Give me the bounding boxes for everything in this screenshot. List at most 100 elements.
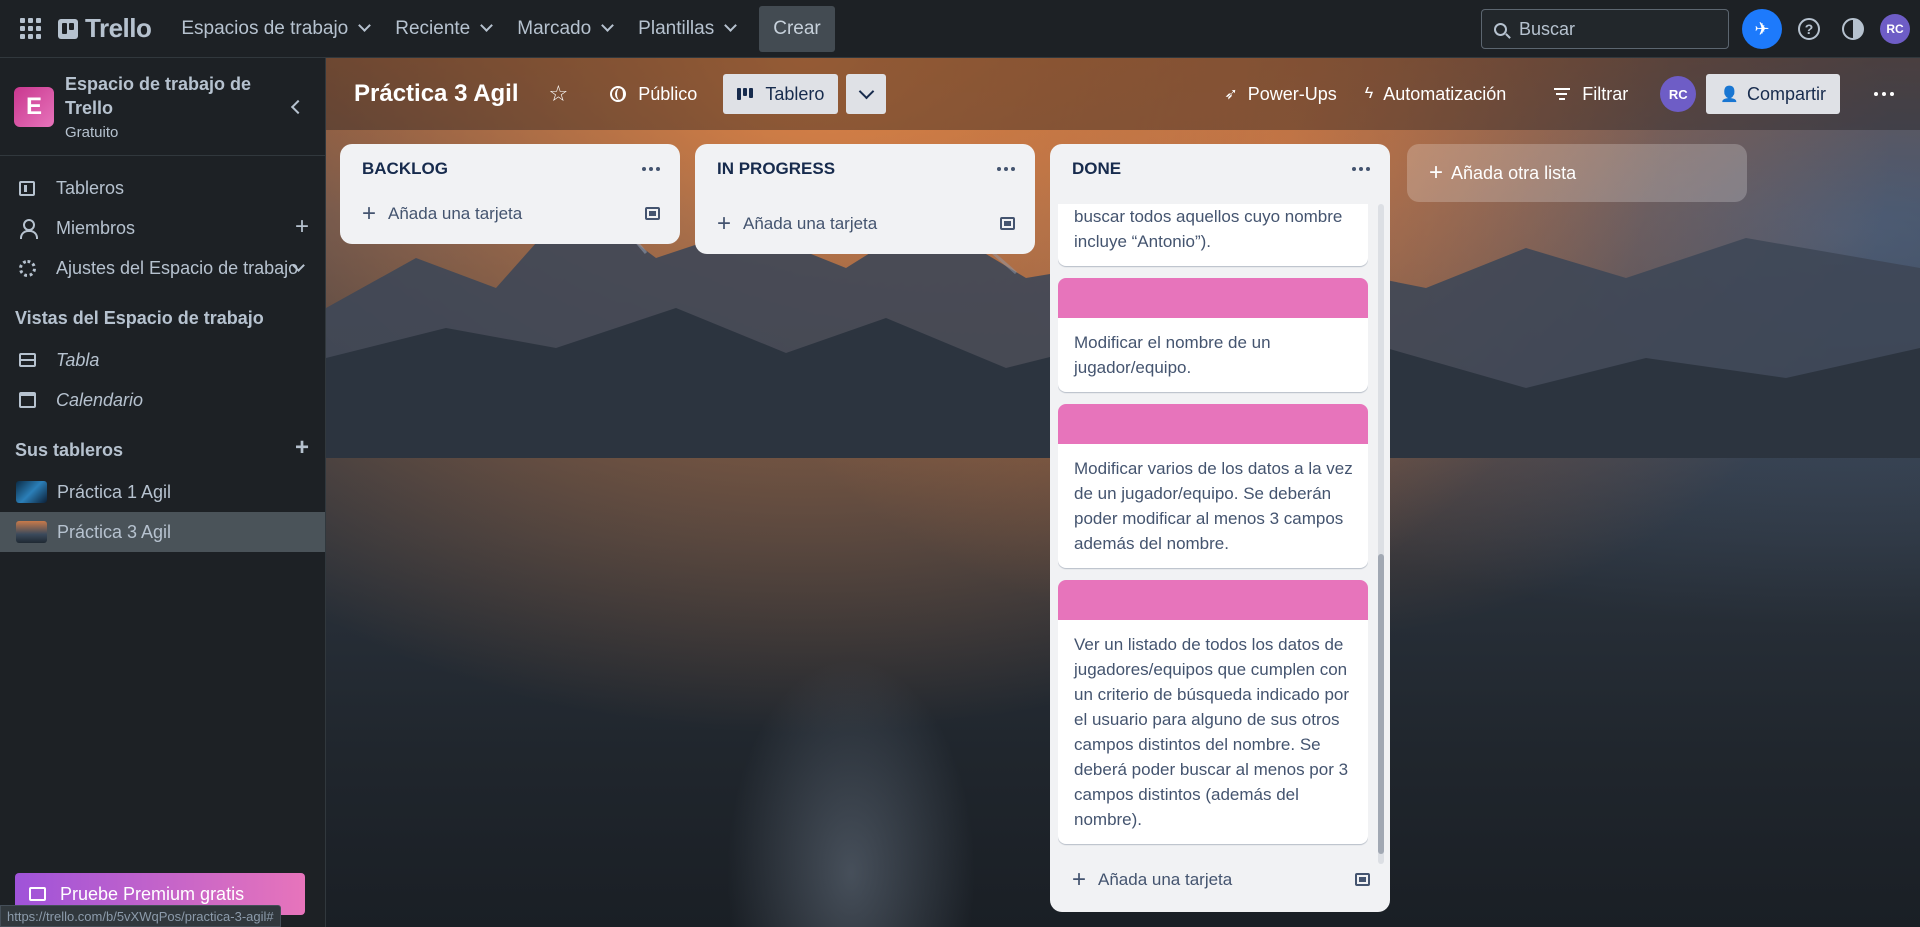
card-template-icon[interactable] [1355,873,1370,886]
list-header[interactable]: BACKLOG [340,144,680,194]
board-member-avatar[interactable]: RC [1660,76,1697,112]
add-card-label: Añada una tarjeta [743,214,878,233]
card[interactable]: indicado por el usuario. (Por ejemplo: b… [1058,204,1368,266]
sidebar-item-label: Práctica 1 Agil [57,481,172,502]
powerups-button[interactable]: ➶ Power-Ups [1212,74,1348,114]
status-bar-url: https://trello.com/b/5vXWqPos/practica-3… [0,905,281,927]
section-title: Vistas del Espacio de trabajo [15,307,264,328]
nav-recent[interactable]: Reciente [383,9,503,49]
nav-label: Reciente [395,17,471,39]
card-list: indicado por el usuario. (Por ejemplo: b… [1058,204,1368,864]
list-title[interactable]: BACKLOG [362,159,448,179]
card-cover [1058,580,1368,620]
list-done: DONE indicado por el usuario. (Por ejemp… [1050,144,1390,912]
powerups-label: Power-Ups [1247,83,1337,104]
add-member-icon[interactable]: + [295,215,309,239]
card-template-icon[interactable] [645,207,660,220]
app-switcher-button[interactable] [10,9,50,49]
search-input[interactable]: Buscar [1481,9,1729,49]
board-thumbnail [16,481,47,503]
automation-label: Automatización [1383,83,1507,104]
nav-label: Marcado [517,17,592,39]
sidebar-item-members[interactable]: Miembros + [0,208,325,248]
chevron-down-icon [724,19,738,32]
list-header[interactable]: DONE [1050,144,1390,194]
person-add-icon: 👤 [1720,86,1739,103]
rocket-icon[interactable]: ✈ [1742,9,1782,49]
premium-icon [29,887,46,901]
sidebar-item-settings[interactable]: Ajustes del Espacio de trabajo [0,248,325,288]
card-cover [1058,278,1368,318]
sidebar-item-label: Ajustes del Espacio de trabajo [56,257,299,278]
board-view-button[interactable]: Tablero [723,74,839,114]
board-icon [19,180,35,196]
add-card-button[interactable]: + Añada una tarjeta [340,194,680,234]
sidebar-item-table[interactable]: Tabla [0,340,325,380]
sidebar-item-label: Práctica 3 Agil [57,521,172,542]
workspace-name[interactable]: Espacio de trabajo de Trello [65,72,255,120]
plus-icon: + [717,210,732,237]
sidebar-board-practica-3[interactable]: Práctica 3 Agil [0,512,325,552]
card-title: Ver un listado de todos los datos de jug… [1074,635,1350,829]
list-menu-icon[interactable] [997,167,1015,171]
add-card-button[interactable]: + Añada una tarjeta [695,204,1035,244]
trello-logo-icon [58,18,78,39]
list-backlog: BACKLOG + Añada una tarjeta [340,144,680,244]
card-cover [1058,404,1368,444]
visibility-button[interactable]: Público [598,74,709,114]
grid-icon [19,18,41,39]
trello-logo[interactable]: Trello [58,13,152,44]
add-card-button[interactable]: + Añada una tarjeta [1050,860,1390,900]
nav-starred[interactable]: Marcado [505,9,624,49]
add-board-icon[interactable]: + [295,436,309,460]
board-title[interactable]: Práctica 3 Agil [354,80,519,108]
create-button[interactable]: Crear [759,5,835,52]
chevron-left-icon [290,99,306,115]
board-menu-button[interactable] [1864,74,1904,114]
visibility-label: Público [638,83,698,104]
sidebar-item-label: Tableros [56,177,125,198]
add-list-button[interactable]: + Añada otra lista [1407,144,1747,202]
list-scrollbar[interactable] [1378,204,1384,864]
account-avatar[interactable]: RC [1880,14,1910,44]
card[interactable]: Ver un listado de todos los datos de jug… [1058,580,1368,844]
list-in-progress: IN PROGRESS + Añada una tarjeta [695,144,1035,254]
nav-templates[interactable]: Plantillas [626,9,747,49]
list-title[interactable]: IN PROGRESS [717,159,835,179]
star-icon[interactable]: ☆ [549,81,569,107]
card-title: Modificar el nombre de un jugador/equipo… [1074,333,1271,377]
nav-workspaces[interactable]: Espacios de trabajo [169,9,381,49]
help-button[interactable]: ? [1792,12,1826,46]
workspace-plan: Gratuito [65,124,119,141]
sidebar-item-boards[interactable]: Tableros [0,168,325,208]
sidebar-item-calendar[interactable]: Calendario [0,380,325,420]
automation-button[interactable]: ϟ Automatización [1353,74,1519,114]
theme-button[interactable] [1836,12,1870,46]
board-header: Práctica 3 Agil ☆ Público Tablero ➶ Powe… [326,58,1920,130]
views-section-title: Vistas del Espacio de trabajo [0,296,325,340]
sidebar: E Espacio de trabajo de Trello Gratuito … [0,58,326,927]
view-label: Tablero [765,83,825,104]
help-icon: ? [1798,18,1820,40]
share-button[interactable]: 👤 Compartir [1706,74,1840,114]
collapse-sidebar-button[interactable] [289,98,307,116]
board-canvas: Práctica 3 Agil ☆ Público Tablero ➶ Powe… [326,58,1920,927]
scroll-thumb[interactable] [1378,554,1384,854]
plus-icon: + [1072,866,1087,893]
add-card-label: Añada una tarjeta [388,204,523,223]
list-menu-icon[interactable] [642,167,660,171]
list-title[interactable]: DONE [1072,159,1121,179]
person-icon [19,219,38,239]
list-header[interactable]: IN PROGRESS [695,144,1035,194]
sidebar-board-practica-1[interactable]: Práctica 1 Agil [0,472,325,512]
lightning-icon: ϟ [1364,85,1374,102]
list-menu-icon[interactable] [1352,167,1370,171]
board-thumbnail [16,521,47,543]
view-switcher-button[interactable] [846,74,887,114]
card-template-icon[interactable] [1000,217,1015,230]
card[interactable]: Modificar varios de los datos a la vez d… [1058,404,1368,568]
card[interactable]: Modificar el nombre de un jugador/equipo… [1058,278,1368,392]
top-navigation: Trello Espacios de trabajo Reciente Marc… [0,0,1920,58]
filter-button[interactable]: Filtrar [1542,74,1640,114]
chevron-down-icon [858,83,875,99]
